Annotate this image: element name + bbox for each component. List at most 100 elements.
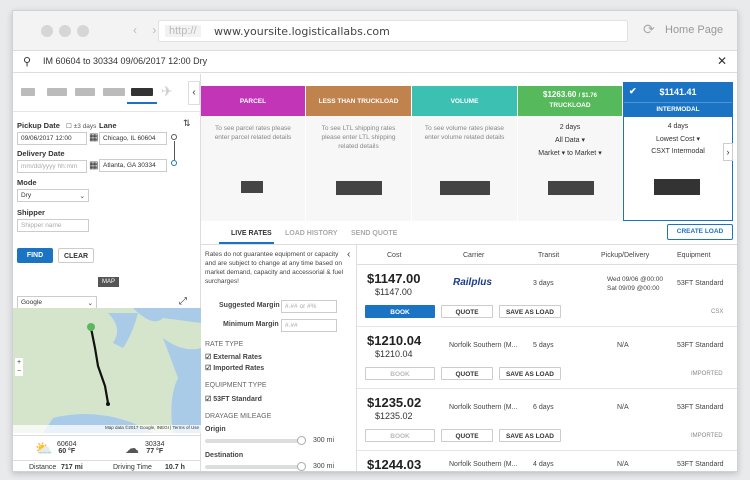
address-bar[interactable]: http:// www.yoursite.logisticallabs.com xyxy=(158,20,628,42)
cloud-sun-icon: ⛅ xyxy=(35,440,53,456)
save-as-load-button[interactable]: SAVE AS LOAD xyxy=(499,367,561,380)
clear-button[interactable]: CLEAR xyxy=(58,248,94,263)
book-button[interactable]: BOOK xyxy=(365,367,435,380)
book-button[interactable]: BOOK xyxy=(365,305,435,318)
row-transit: 6 days xyxy=(533,404,554,411)
row-carrier: Norfolk Southern (M... xyxy=(449,461,518,468)
mode-value: Dry xyxy=(21,192,32,199)
train-icon[interactable] xyxy=(131,88,153,96)
table-row[interactable]: $1244.03 Norfolk Southern (M... 4 days N… xyxy=(357,451,737,472)
row-pickup: N/A xyxy=(617,342,629,349)
imported-rates-checkbox[interactable]: ☑ Imported Rates xyxy=(205,364,264,372)
truckload-days: 2 days xyxy=(559,124,581,131)
table-row[interactable]: $1147.00 $1147.00 Railplus 3 days Wed 09… xyxy=(357,265,737,327)
search-query[interactable]: IM 60604 to 30334 09/06/2017 12:00 Dry xyxy=(43,56,207,66)
quote-button[interactable]: QUOTE xyxy=(441,429,493,442)
distance-value: 717 mi xyxy=(61,464,83,471)
filter-panel: Rates do not guarantee equipment or capa… xyxy=(201,245,357,471)
table-row[interactable]: $1235.02 $1235.02 Norfolk Southern (M...… xyxy=(357,389,737,451)
row-delivery: Sat 09/09 @00:00 xyxy=(607,285,660,292)
mode-card-header: VOLUME xyxy=(412,86,517,116)
quote-button[interactable]: QUOTE xyxy=(441,367,493,380)
truckload-market-select[interactable]: Market ▾ to Market ▾ xyxy=(518,149,622,157)
weather-from-zip: 60604 xyxy=(57,441,77,448)
zoom-controls[interactable]: + − xyxy=(15,358,23,376)
destination-mileage: 300 mi xyxy=(313,463,335,470)
route-map[interactable]: + − Map data ©2017 Google, INEGI | Terms … xyxy=(13,308,201,433)
find-button[interactable]: FIND xyxy=(17,248,53,263)
truckload-data-select[interactable]: All Data ▾ xyxy=(518,136,622,144)
quote-button[interactable]: QUOTE xyxy=(441,305,493,318)
collapse-filter-icon[interactable]: ‹ xyxy=(347,249,350,260)
row-price: $1235.02 xyxy=(367,395,422,410)
left-panel: ✈ ‹ Pickup Date ☐ ±3 days 09/06/2017 12:… xyxy=(13,74,201,471)
minimum-margin-input[interactable]: #.## xyxy=(281,319,337,332)
window-dot[interactable] xyxy=(77,25,89,37)
truckload-price-per-mile: / $1.76 xyxy=(578,93,597,99)
suggested-margin-input[interactable]: #.## or #% xyxy=(281,300,337,313)
table-row[interactable]: $1210.04 $1210.04 Norfolk Southern (M...… xyxy=(357,327,737,389)
home-link[interactable]: Home Page xyxy=(665,24,723,36)
fullscreen-icon[interactable]: ⤢ xyxy=(179,296,187,307)
calendar-icon[interactable]: ▦ xyxy=(89,160,98,171)
truckload-icon[interactable] xyxy=(103,88,125,96)
calendar-icon[interactable]: ▦ xyxy=(89,132,98,143)
mode-card-parcel[interactable]: PARCEL To see parcel rates please enter … xyxy=(201,86,306,221)
imported-rates-label: Imported Rates xyxy=(213,365,265,372)
map-svg xyxy=(13,308,201,433)
delivery-date-input[interactable]: mm/dd/yyyy hh:mm xyxy=(17,160,87,173)
parcel-truck-icon[interactable] xyxy=(21,88,35,96)
map-source-value: Google xyxy=(21,299,42,306)
distance-label: Distance xyxy=(29,464,57,471)
destination-dot-icon xyxy=(171,160,177,166)
plane-icon[interactable]: ✈ xyxy=(161,83,173,100)
days-toggle[interactable]: ☐ ±3 days xyxy=(66,123,96,130)
destination-slider-handle[interactable] xyxy=(297,462,306,471)
external-rates-checkbox[interactable]: ☑ External Rates xyxy=(205,353,262,361)
pickup-date-input[interactable]: 09/06/2017 12:00 xyxy=(17,132,87,145)
mode-card-volume[interactable]: VOLUME To see volume rates please enter … xyxy=(412,86,518,221)
tab-load-history[interactable]: LOAD HISTORY xyxy=(285,230,338,237)
origin-slider[interactable] xyxy=(205,439,301,443)
book-button[interactable]: BOOK xyxy=(365,429,435,442)
chevron-down-icon: ⌄ xyxy=(79,193,85,200)
column-header: Transit xyxy=(538,252,560,259)
mode-select[interactable]: Dry ⌄ xyxy=(17,189,89,202)
collapse-left-icon[interactable]: ‹ xyxy=(188,81,200,105)
delivery-label: Delivery Date xyxy=(17,149,65,158)
mode-card-intermodal[interactable]: ✔ $1141.41 INTERMODAL 4 days Lowest Cost… xyxy=(623,82,733,221)
volume-truck-icon[interactable] xyxy=(75,88,95,96)
ltl-truck-icon[interactable] xyxy=(47,88,67,96)
reload-icon[interactable]: ⟳ xyxy=(643,21,655,38)
close-icon[interactable]: ✕ xyxy=(717,54,727,68)
mode-card-header: INTERMODAL xyxy=(624,102,732,113)
mode-card-ltl[interactable]: LESS THAN TRUCKLOAD To see LTL shipping … xyxy=(306,86,412,221)
search-bar[interactable]: ⚲ IM 60604 to 30334 09/06/2017 12:00 Dry… xyxy=(13,51,737,73)
equipment-checkbox[interactable]: ☑ 53FT Standard xyxy=(205,395,262,403)
window-dot[interactable] xyxy=(59,25,71,37)
next-arrow-icon[interactable]: › xyxy=(723,143,733,161)
active-tab-underline xyxy=(219,242,274,244)
lane-to-input[interactable]: Atlanta, GA 30334 xyxy=(99,159,167,172)
mode-card-truckload[interactable]: $1263.60 / $1.76 TRUCKLOAD 2 days All Da… xyxy=(518,86,623,221)
shipper-input[interactable]: Shipper name xyxy=(17,219,89,232)
app-window: ‹ › http:// www.yoursite.logisticallabs.… xyxy=(12,10,738,472)
check-icon: ✔ xyxy=(629,86,637,96)
destination-label: Destination xyxy=(205,452,244,459)
save-as-load-button[interactable]: SAVE AS LOAD xyxy=(499,429,561,442)
origin-slider-handle[interactable] xyxy=(297,436,306,445)
intermodal-cost-select[interactable]: Lowest Cost ▾ xyxy=(624,135,732,143)
shipper-label: Shipper xyxy=(17,208,45,217)
main-panel: PARCEL To see parcel rates please enter … xyxy=(201,74,737,472)
lane-from-input[interactable]: Chicago, IL 60604 xyxy=(99,132,167,145)
swap-icon[interactable]: ⇅ xyxy=(183,118,191,129)
window-dot[interactable] xyxy=(41,25,53,37)
save-as-load-button[interactable]: SAVE AS LOAD xyxy=(499,305,561,318)
mode-card-text: To see volume rates please enter volume … xyxy=(424,125,505,141)
destination-slider[interactable] xyxy=(205,465,301,469)
tab-live-rates[interactable]: LIVE RATES xyxy=(231,230,272,237)
row-price: $1244.03 xyxy=(367,457,422,472)
tab-send-quote[interactable]: SEND QUOTE xyxy=(351,230,397,237)
mode-selector: ✈ ‹ xyxy=(13,74,200,112)
create-load-button[interactable]: CREATE LOAD xyxy=(667,224,733,240)
